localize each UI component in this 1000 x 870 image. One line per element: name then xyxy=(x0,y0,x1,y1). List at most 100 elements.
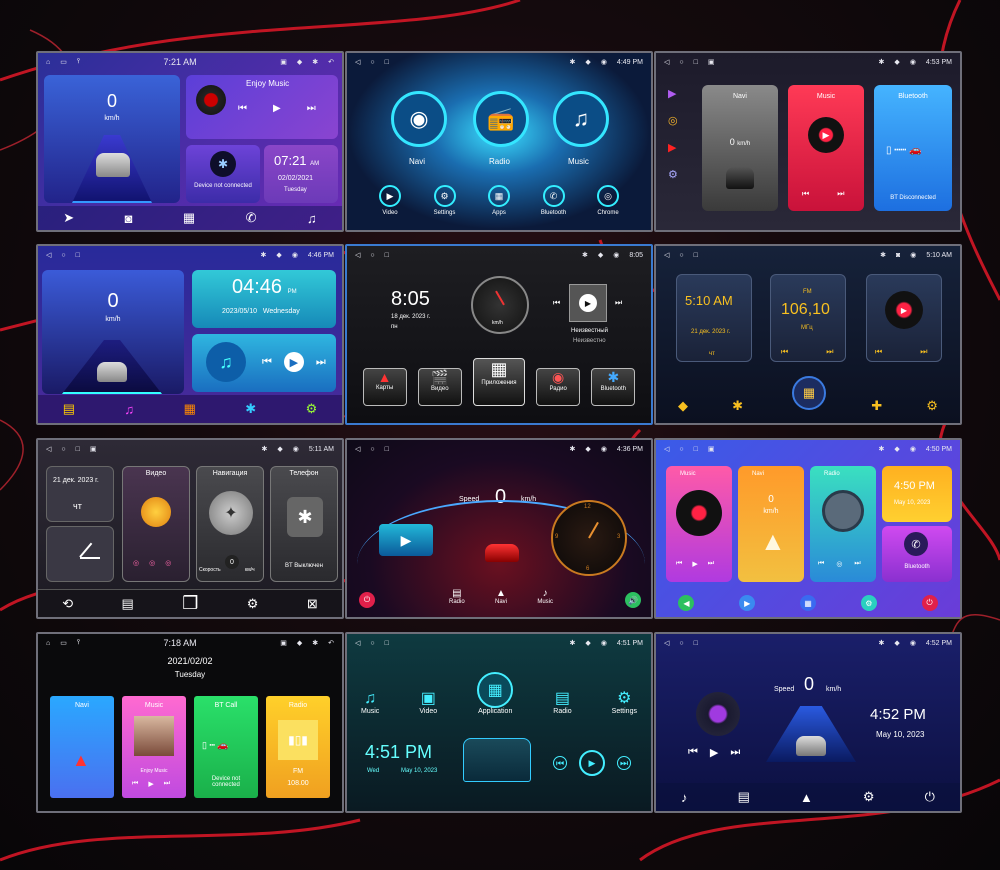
music-button[interactable]: ♫ xyxy=(553,91,609,147)
btcall-card[interactable]: BT Call ▯ ┅ 🚗 Device not connected xyxy=(194,696,258,798)
home-icon[interactable]: ○ xyxy=(679,252,683,259)
play-icon[interactable]: ▶ xyxy=(710,746,718,759)
video-button[interactable]: ▶ xyxy=(379,524,433,556)
settings-icon[interactable]: ⚙ xyxy=(926,398,938,414)
app-settings[interactable]: ⚙ Settings xyxy=(422,185,468,216)
bluetooth-card[interactable]: ✆ Bluetooth xyxy=(882,526,952,582)
music-card[interactable]: Music ▶ ⏮ ⏭ xyxy=(788,85,864,211)
back-icon[interactable]: ◁ xyxy=(355,58,360,66)
back-icon[interactable]: ◁ xyxy=(46,445,51,453)
speed-card[interactable]: 0 km/h xyxy=(42,270,184,394)
recents-icon[interactable]: □ xyxy=(694,446,698,453)
recents-icon[interactable]: ▭ xyxy=(60,58,67,66)
bluetooth-card[interactable]: ✱ Device not connected xyxy=(186,145,260,203)
play-icon[interactable]: ▶ xyxy=(148,780,153,788)
phone-card[interactable]: Телефон ✱ BT Выключен xyxy=(270,466,338,582)
home-icon[interactable]: ○ xyxy=(61,446,65,453)
recents-icon[interactable]: □ xyxy=(385,59,389,66)
navigation-icon[interactable]: ▲ xyxy=(800,790,813,805)
app-bluetooth[interactable]: ✆ Bluetooth xyxy=(531,185,577,216)
bluetooth-icon[interactable]: ✱ xyxy=(732,398,743,414)
power-icon[interactable]: ⏻ xyxy=(921,595,938,611)
settings-icon[interactable]: ⚙ xyxy=(860,595,877,611)
next-icon[interactable]: ⏭ xyxy=(316,356,326,369)
app-video[interactable]: 🎬 Видео xyxy=(417,368,462,406)
recents-icon[interactable]: □ xyxy=(76,446,80,453)
camera-icon[interactable]: ◙ xyxy=(125,211,133,226)
back-icon[interactable]: ◁ xyxy=(664,639,669,647)
prev-icon[interactable]: ⏮ xyxy=(132,780,138,788)
home-icon[interactable]: ○ xyxy=(370,640,374,647)
power-button[interactable]: ⏻ xyxy=(359,592,375,608)
radio-card[interactable]: Radio ▮▯▮ FM 108.00 xyxy=(266,696,330,798)
recents-icon[interactable]: □ xyxy=(694,640,698,647)
back-icon[interactable]: ◁ xyxy=(355,251,360,259)
next-icon[interactable]: ⏭ xyxy=(730,746,740,759)
play-icon[interactable]: ▶ xyxy=(739,595,756,611)
music-card[interactable]: Music ⏮ ▶ ⏭ xyxy=(666,466,732,582)
back-icon[interactable]: ◁ xyxy=(664,251,669,259)
prev-icon[interactable]: ⏮ xyxy=(262,356,272,369)
recents-icon[interactable]: ▭ xyxy=(60,639,67,647)
app-radio[interactable]: ▤ Radio xyxy=(449,588,465,605)
app-radio[interactable]: ▤ Radio xyxy=(553,688,571,715)
replay-icon[interactable]: ⟲ xyxy=(62,596,73,612)
next-icon[interactable]: ⏭ xyxy=(826,347,833,357)
app-bluetooth[interactable]: ✱ Bluetooth xyxy=(591,368,636,406)
next-icon[interactable]: ⏭ xyxy=(708,560,714,568)
chrome-icon[interactable]: ◎ xyxy=(668,114,678,127)
home-icon[interactable]: ○ xyxy=(679,640,683,647)
youtube-icon[interactable]: ▶ xyxy=(668,141,678,154)
apps-icon[interactable]: ▦ xyxy=(799,595,816,611)
radio-card[interactable]: FM 106,10 МГц ⏮ ⏭ xyxy=(770,274,846,362)
music-icon[interactable]: ♫ xyxy=(307,211,317,226)
home-icon[interactable]: ○ xyxy=(679,59,683,66)
app-radio[interactable]: ◉ Радио xyxy=(536,368,581,406)
app-music[interactable]: ♪ Music xyxy=(537,588,553,605)
recents-icon[interactable]: □ xyxy=(694,59,698,66)
play-icon[interactable]: ▶ xyxy=(283,352,304,372)
volume-icon[interactable]: ◀ xyxy=(678,595,695,611)
home-icon[interactable]: ○ xyxy=(370,446,374,453)
apps-icon[interactable]: ▦ xyxy=(183,210,195,226)
volume-button[interactable]: 🔊 xyxy=(625,592,641,608)
radio-button[interactable]: 📻 xyxy=(473,91,529,147)
recents-icon[interactable]: □ xyxy=(385,252,389,259)
music-card[interactable]: Music Enjoy Music ⏮ ▶ ⏭ xyxy=(122,696,186,798)
next-icon[interactable]: ⏭ xyxy=(920,347,927,357)
home-icon[interactable]: ○ xyxy=(679,446,683,453)
music-card[interactable]: ▶ ⏮ ⏭ xyxy=(866,274,942,362)
app-music[interactable]: ♫ Music xyxy=(361,690,379,715)
close-window-icon[interactable]: ⊠ xyxy=(307,596,318,612)
app-navi[interactable]: ▲ Navi xyxy=(495,588,507,605)
app-video[interactable]: ▶ Video xyxy=(367,185,413,216)
settings-icon[interactable]: ⚙ xyxy=(247,596,259,612)
home-icon[interactable]: ○ xyxy=(61,252,65,259)
play-icon[interactable]: ▶ xyxy=(692,560,697,568)
home-icon[interactable]: ○ xyxy=(370,59,374,66)
recents-icon[interactable]: □ xyxy=(694,252,698,259)
search-icon[interactable]: ◎ xyxy=(836,560,842,568)
prev-icon[interactable]: ⏮ xyxy=(781,347,788,357)
play-icon[interactable]: ◎ xyxy=(149,559,155,567)
navi-card[interactable]: Навигация ✦ Скорость 0 км/ч xyxy=(196,466,264,582)
prev-icon[interactable]: ⏮ xyxy=(818,560,824,568)
recents-icon[interactable]: □ xyxy=(385,446,389,453)
bluetooth-card[interactable]: Bluetooth ▯ ┅┅ 🚗 BT Disconnected xyxy=(874,85,952,211)
next-icon[interactable]: ◎ xyxy=(165,559,171,567)
play-icon[interactable]: ▶ xyxy=(579,750,605,776)
prev-icon[interactable]: ⏮ xyxy=(238,103,247,114)
location-icon[interactable]: ◆ xyxy=(678,398,688,414)
speed-card[interactable]: 0 km/h xyxy=(44,75,180,203)
prev-icon[interactable]: ⏮ xyxy=(688,746,698,759)
next-icon[interactable]: ⏭ xyxy=(617,756,631,770)
play-store-icon[interactable]: ▶ xyxy=(668,87,678,100)
cube-icon[interactable]: ❒ xyxy=(182,593,198,614)
next-icon[interactable]: ⏭ xyxy=(307,103,316,114)
next-icon[interactable]: ⏭ xyxy=(854,560,860,568)
radio-icon[interactable]: ▤ xyxy=(738,789,750,805)
settings-icon[interactable]: ⚙ xyxy=(306,401,318,417)
navi-button[interactable]: ◉ xyxy=(391,91,447,147)
apps-icon[interactable]: ▦ xyxy=(184,401,196,417)
radio-icon[interactable]: ▤ xyxy=(122,596,134,612)
